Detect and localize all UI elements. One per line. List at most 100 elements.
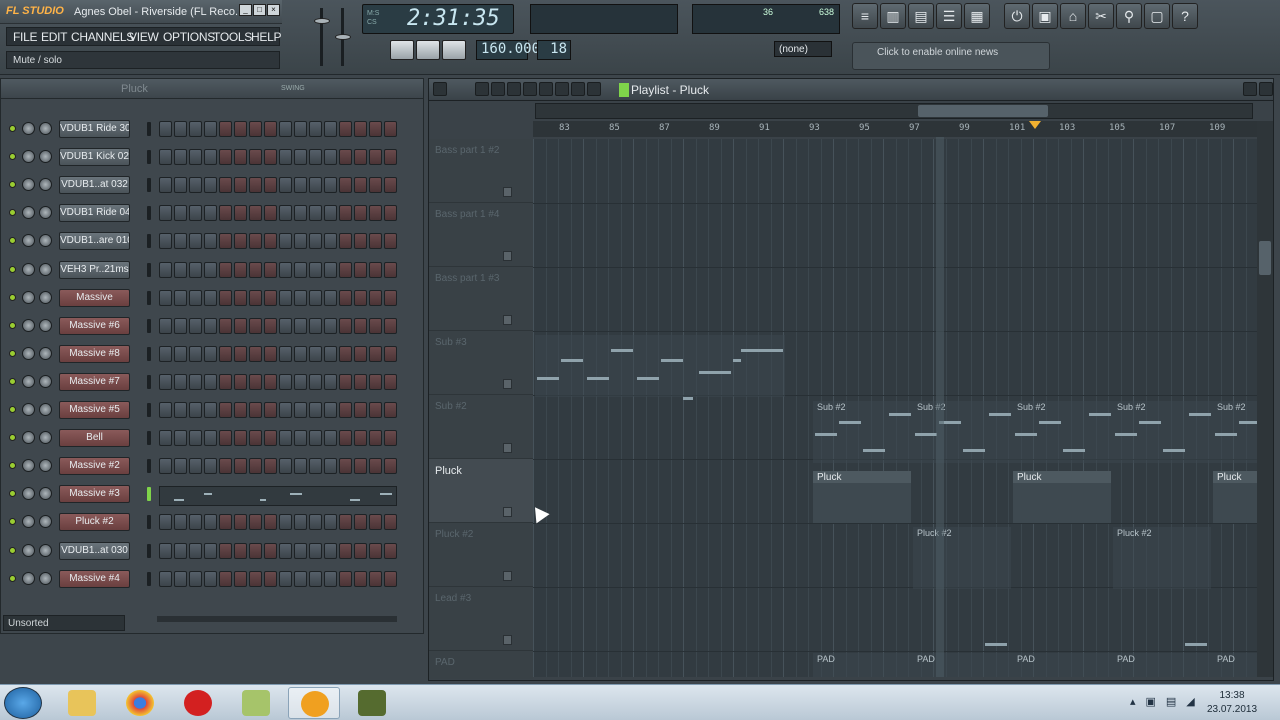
step-button[interactable] [264, 458, 277, 475]
search-icon[interactable]: ⚲ [1116, 3, 1142, 29]
step-button[interactable] [204, 121, 217, 137]
pianoroll-icon[interactable]: ▥ [880, 3, 906, 29]
step-button[interactable] [384, 233, 397, 250]
track-header[interactable]: Pluck #2 [429, 523, 533, 587]
step-button[interactable] [174, 373, 187, 390]
step-button[interactable] [234, 514, 247, 531]
step-button[interactable] [354, 345, 367, 362]
channel-name-button[interactable]: Massive #5 [59, 401, 130, 419]
menu-help[interactable]: HELP [251, 30, 281, 44]
step-button[interactable] [384, 458, 397, 475]
volume-knob[interactable] [39, 487, 52, 501]
sub2-clip[interactable]: Sub #2 [1013, 401, 1113, 463]
step-button[interactable] [354, 430, 367, 447]
step-button[interactable] [309, 542, 322, 559]
step-button[interactable] [234, 317, 247, 334]
volume-knob[interactable] [39, 515, 52, 529]
maximize-button[interactable]: □ [253, 4, 266, 16]
step-button[interactable] [309, 458, 322, 475]
step-button[interactable] [339, 430, 352, 447]
step-button[interactable] [309, 317, 322, 334]
maximize-icon[interactable] [1243, 82, 1257, 96]
step-button[interactable] [279, 121, 292, 137]
step-button[interactable] [174, 430, 187, 447]
playlist-icon[interactable]: ≡ [852, 3, 878, 29]
step-button[interactable] [384, 205, 397, 222]
step-button[interactable] [204, 317, 217, 334]
step-button[interactable] [369, 177, 382, 194]
step-button[interactable] [354, 205, 367, 222]
step-button[interactable] [219, 149, 232, 166]
step-button[interactable] [204, 233, 217, 250]
step-button[interactable] [234, 149, 247, 166]
step-button[interactable] [249, 233, 262, 250]
channel-select[interactable] [147, 346, 151, 361]
step-button[interactable] [309, 121, 322, 137]
step-button[interactable] [219, 261, 232, 278]
step-button[interactable] [384, 373, 397, 390]
step-button[interactable] [339, 233, 352, 250]
channel-mute-led[interactable] [9, 349, 16, 357]
pan-knob[interactable] [22, 543, 35, 557]
step-button[interactable] [234, 205, 247, 222]
step-button[interactable] [339, 402, 352, 418]
step-button[interactable] [189, 514, 202, 531]
pan-knob[interactable] [22, 515, 35, 529]
step-button[interactable] [279, 289, 292, 306]
step-button[interactable] [339, 149, 352, 166]
step-button[interactable] [339, 542, 352, 559]
step-button[interactable] [174, 121, 187, 137]
step-button[interactable] [189, 289, 202, 306]
channel-mute-led[interactable] [9, 377, 16, 385]
step-button[interactable] [189, 458, 202, 475]
step-button[interactable] [174, 570, 187, 587]
step-button[interactable] [369, 317, 382, 334]
song-position-marker[interactable] [1029, 121, 1041, 129]
channel-select[interactable] [147, 459, 151, 474]
step-button[interactable] [294, 570, 307, 587]
channel-select[interactable] [147, 543, 151, 558]
sub2-clip[interactable]: Sub #2 [1113, 401, 1213, 463]
step-button[interactable] [309, 177, 322, 194]
step-button[interactable] [294, 261, 307, 278]
step-button[interactable] [309, 233, 322, 250]
help-icon[interactable]: ? [1172, 3, 1198, 29]
clipboard-icon[interactable]: ▢ [1144, 3, 1170, 29]
sub2-clip[interactable]: Sub #2 [1213, 401, 1257, 463]
step-button[interactable] [369, 542, 382, 559]
track-header[interactable]: Sub #2 [429, 395, 533, 459]
pan-knob[interactable] [22, 487, 35, 501]
clock[interactable]: 13:38 23.07.2013 [1196, 689, 1268, 717]
channel-select[interactable] [147, 403, 151, 417]
step-button[interactable] [279, 430, 292, 447]
step-button[interactable] [174, 149, 187, 166]
step-button[interactable] [339, 345, 352, 362]
step-button[interactable] [354, 261, 367, 278]
step-button[interactable] [324, 373, 337, 390]
step-button[interactable] [294, 317, 307, 334]
lock-icon[interactable] [503, 251, 512, 261]
step-button[interactable] [369, 458, 382, 475]
mixer-icon[interactable]: ☰ [936, 3, 962, 29]
step-button[interactable] [219, 458, 232, 475]
volume-knob[interactable] [39, 459, 52, 473]
channel-select[interactable] [147, 262, 151, 277]
step-button[interactable] [324, 430, 337, 447]
channel-name-button[interactable]: Massive #8 [59, 344, 130, 363]
master-pitch-slider[interactable] [333, 4, 353, 70]
step-button[interactable] [354, 373, 367, 390]
volume-knob[interactable] [39, 206, 52, 220]
pan-knob[interactable] [22, 150, 35, 164]
pan-knob[interactable] [22, 571, 35, 585]
step-button[interactable] [249, 542, 262, 559]
step-button[interactable] [264, 121, 277, 137]
step-button[interactable] [324, 261, 337, 278]
step-button[interactable] [294, 149, 307, 166]
power-icon[interactable]: ⏻ [1004, 3, 1030, 29]
step-button[interactable] [159, 542, 172, 559]
step-button[interactable] [204, 205, 217, 222]
slice-icon[interactable] [539, 82, 553, 96]
step-button[interactable] [264, 345, 277, 362]
step-button[interactable] [294, 177, 307, 194]
step-button[interactable] [264, 205, 277, 222]
